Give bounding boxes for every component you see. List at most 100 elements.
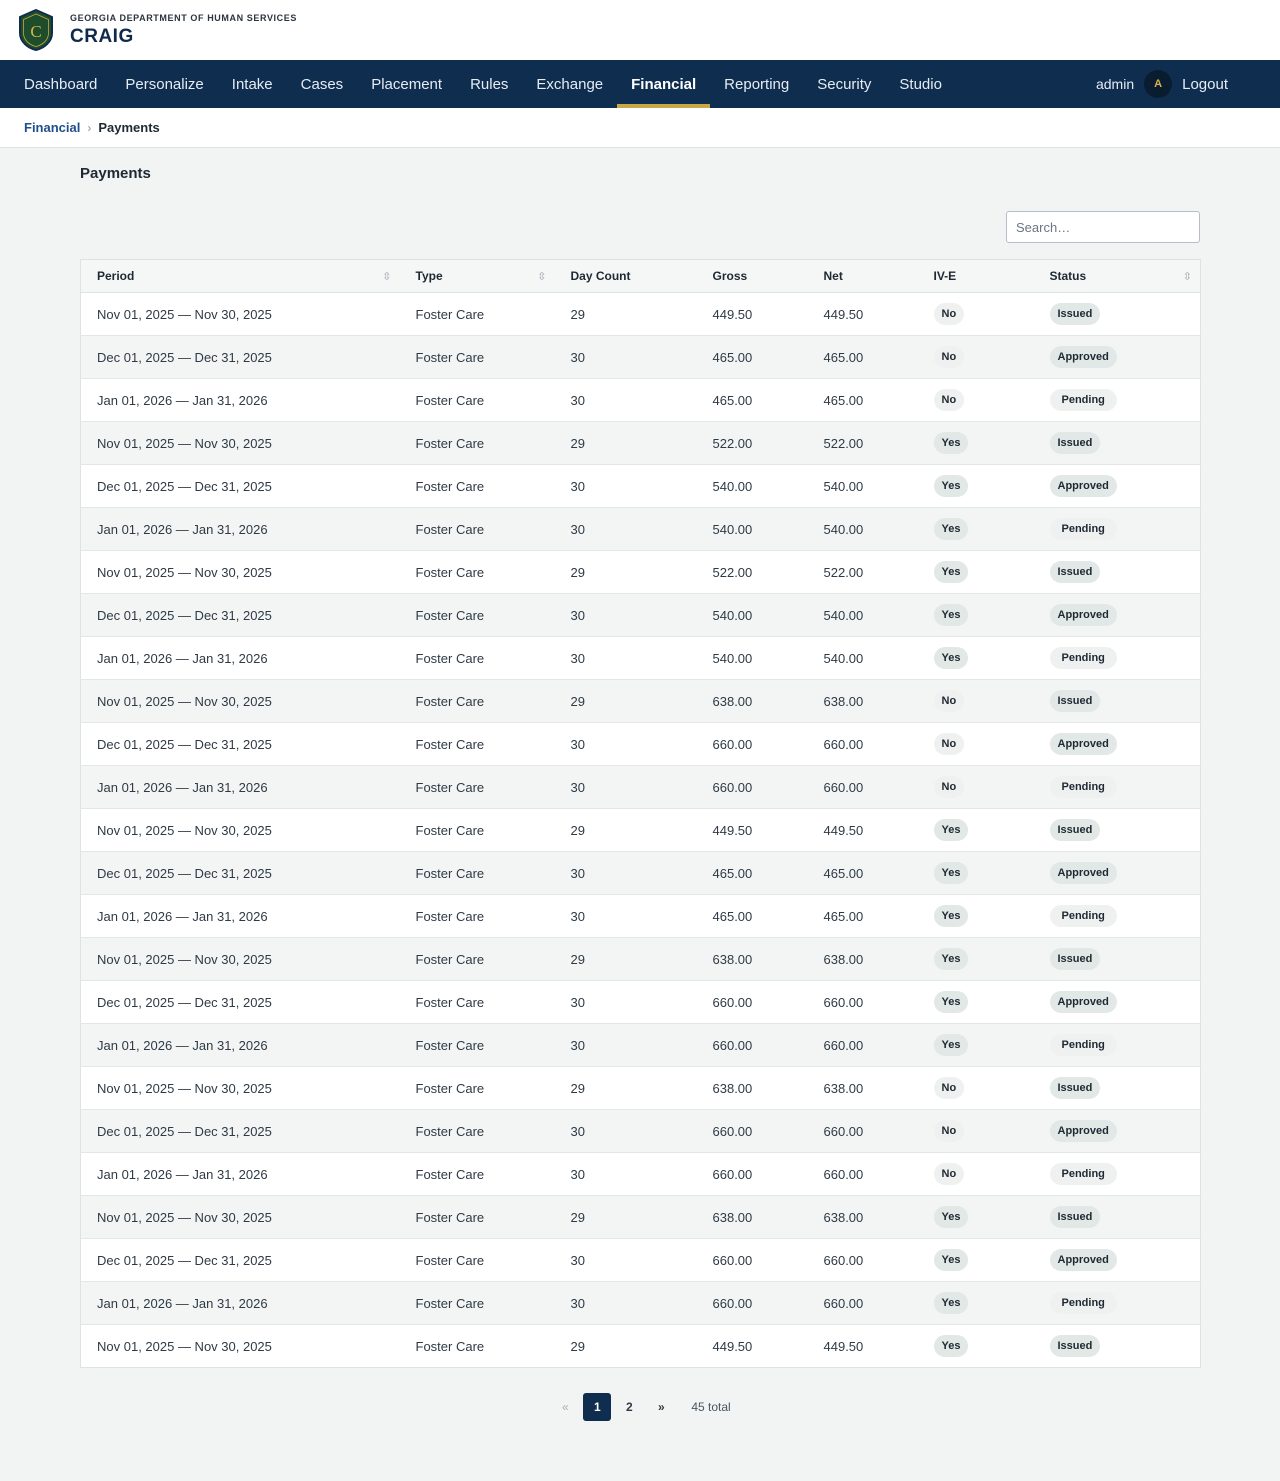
search-row [80,211,1200,243]
nav-item-personalize[interactable]: Personalize [111,60,217,108]
cell-type: Foster Care [399,1066,555,1110]
table-row[interactable]: Jan 01, 2026 — Jan 31, 2026 Foster Care 30… [80,507,1201,551]
cell-gross: 638.00 [696,1195,808,1239]
status-badge: Issued [1049,819,1101,841]
cell-day-count: 29 [570,1338,585,1354]
table-row[interactable]: Dec 01, 2025 — Dec 31, 2025 Foster Care 30… [80,722,1201,766]
main-nav: Dashboard Personalize Intake Cases Placement… [0,60,1280,108]
cell-ive: Yes [917,636,1034,680]
table-row[interactable]: Nov 01, 2025 — Nov 30, 2025 Foster Care 29… [80,550,1201,594]
nav-item-security[interactable]: Security [803,60,885,108]
cell-day-count: 30 [554,335,697,379]
cell-day-count: 30 [554,722,697,766]
cell-status: Issued [1034,1325,1201,1368]
column-header-period[interactable]: Period ⇳ [80,259,400,293]
pagination-prev-button[interactable]: « [551,1393,579,1421]
table-row[interactable]: Jan 01, 2026 — Jan 31, 2026 Foster Care 30… [80,1281,1201,1325]
ive-badge: No [933,690,965,712]
nav-item-exchange[interactable]: Exchange [522,60,617,108]
sort-updown-icon[interactable]: ⇳ [1183,270,1192,283]
cell-day-count: 29 [554,808,697,852]
column-header-status[interactable]: Status ⇳ [1033,259,1201,293]
nav-item-intake[interactable]: Intake [218,60,287,108]
cell-ive: No [917,1152,1034,1196]
cell-net: 465.00 [807,378,918,422]
table-row[interactable]: Jan 01, 2026 — Jan 31, 2026 Foster Care 30… [80,894,1201,938]
table-row[interactable]: Nov 01, 2025 — Nov 30, 2025 Foster Care 29… [80,292,1201,336]
cell-ive: Yes [917,550,1034,594]
table-row[interactable]: Nov 01, 2025 — Nov 30, 2025 Foster Care 29… [80,679,1201,723]
nav-item-studio[interactable]: Studio [885,60,956,108]
table-row[interactable]: Dec 01, 2025 — Dec 31, 2025 Foster Care 30… [80,980,1201,1024]
cell-status: Issued [1033,421,1201,465]
ive-badge: Yes [933,991,969,1013]
table-row[interactable]: Jan 01, 2026 — Jan 31, 2026 Foster Care 30… [80,1152,1201,1196]
nav-item-cases[interactable]: Cases [287,60,358,108]
ive-badge: Yes [933,862,969,884]
breadcrumb-separator: › [87,120,92,135]
cell-ive: Yes [917,421,1034,465]
avatar[interactable]: A [1144,70,1173,98]
pagination-next-button[interactable]: » [647,1393,675,1421]
table-row[interactable]: Nov 01, 2025 — Nov 30, 2025 Foster Care 29… [80,1195,1201,1239]
search-input[interactable] [1006,211,1200,243]
nav-item-rules[interactable]: Rules [456,60,522,108]
column-header-label: Status [1049,269,1087,283]
cell-period: Nov 01, 2025 — Nov 30, 2025 [80,292,400,336]
table-row[interactable]: Nov 01, 2025 — Nov 30, 2025 Foster Care 29… [80,421,1201,465]
ive-badge: No [933,1077,965,1099]
nav-item-financial[interactable]: Financial [617,60,711,108]
pagination: « 12 » 45 total [80,1393,1200,1421]
column-header-gross: Gross [696,259,808,293]
cell-type: Foster Care [399,593,555,637]
column-header-type[interactable]: Type ⇳ [399,259,555,293]
table-row[interactable]: Dec 01, 2025 — Dec 31, 2025 Foster Care 30… [80,1238,1201,1282]
cell-period: Nov 01, 2025 — Nov 30, 2025 [80,1066,400,1110]
cell-type: Foster Care [399,808,555,852]
cell-period: Dec 01, 2025 — Dec 31, 2025 [80,335,400,379]
table-row[interactable]: Nov 01, 2025 — Nov 30, 2025 Foster Care 29… [81,1325,1201,1368]
cell-period: Nov 01, 2025 — Nov 30, 2025 [80,1195,400,1239]
nav-item-dashboard[interactable]: Dashboard [10,60,111,108]
cell-period: Dec 01, 2025 — Dec 31, 2025 [80,980,400,1024]
nav-item-reporting[interactable]: Reporting [710,60,803,108]
table-row[interactable]: Dec 01, 2025 — Dec 31, 2025 Foster Care 30… [80,464,1201,508]
cell-type: Foster Care [399,636,555,680]
table-row[interactable]: Nov 01, 2025 — Nov 30, 2025 Foster Care 29… [80,1066,1201,1110]
table-row[interactable]: Jan 01, 2026 — Jan 31, 2026 Foster Care 30… [80,636,1201,680]
logout-link[interactable]: Logout [1182,76,1228,93]
table-row[interactable]: Dec 01, 2025 — Dec 31, 2025 Foster Care 30… [80,593,1201,637]
ive-badge: Yes [933,1034,969,1056]
table-row[interactable]: Jan 01, 2026 — Jan 31, 2026 Foster Care 30… [80,765,1201,809]
ive-badge: No [933,303,965,325]
ive-badge: Yes [933,604,969,626]
cell-day-count: 30 [554,894,697,938]
cell-day-count: 29 [554,292,697,336]
status-badge: Pending [1049,389,1117,411]
pagination-total: 45 total [691,1400,731,1414]
table-row[interactable]: Nov 01, 2025 — Nov 30, 2025 Foster Care 29… [80,808,1201,852]
table-row[interactable]: Nov 01, 2025 — Nov 30, 2025 Foster Care 29… [80,937,1201,981]
status-badge: Pending [1049,1163,1117,1185]
cell-period: Dec 01, 2025 — Dec 31, 2025 [80,593,400,637]
table-row[interactable]: Dec 01, 2025 — Dec 31, 2025 Foster Care 30… [80,1109,1201,1153]
cell-ive: Yes [917,851,1034,895]
table-row[interactable]: Jan 01, 2026 — Jan 31, 2026 Foster Care 30… [80,378,1201,422]
breadcrumb-financial-link[interactable]: Financial [24,120,80,135]
table-row[interactable]: Jan 01, 2026 — Jan 31, 2026 Foster Care 30… [80,1023,1201,1067]
cell-type: Foster Care [399,765,555,809]
pagination-page-1[interactable]: 1 [583,1393,612,1421]
user-area: admin A Logout [1096,60,1228,108]
ive-badge: No [933,389,965,411]
table-row[interactable]: Dec 01, 2025 — Dec 31, 2025 Foster Care 30… [80,851,1201,895]
pagination-page-2[interactable]: 2 [615,1393,643,1421]
sort-updown-icon[interactable]: ⇳ [537,270,546,283]
ive-badge: Yes [933,1292,969,1314]
sort-updown-icon[interactable]: ⇳ [382,270,391,283]
status-badge: Issued [1049,303,1101,325]
cell-status: Pending [1033,378,1201,422]
nav-item-placement[interactable]: Placement [357,60,456,108]
ive-badge: Yes [933,1206,969,1228]
table-row[interactable]: Dec 01, 2025 — Dec 31, 2025 Foster Care 30… [80,335,1201,379]
cell-type: Foster Care [399,1195,555,1239]
